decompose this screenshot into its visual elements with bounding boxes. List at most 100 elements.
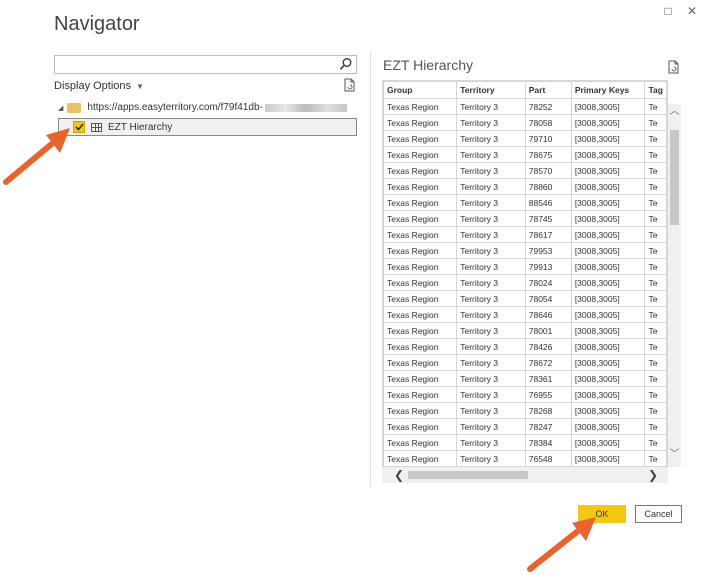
table-row[interactable]: Texas Region Territory 3 78672 [3008,3005] T… <box>383 354 667 371</box>
cell-primary-keys: [3008,3005] <box>570 130 646 147</box>
cell-tag: Te <box>644 418 667 435</box>
table-row[interactable]: Texas Region Territory 3 78570 [3008,3005] T… <box>383 162 667 179</box>
scroll-left-icon[interactable]: ❮ <box>394 468 404 482</box>
refresh-doc-icon[interactable] <box>668 60 680 74</box>
cell-group: Texas Region <box>383 386 458 403</box>
search-box[interactable] <box>54 55 357 75</box>
cell-part: 78617 <box>524 226 572 243</box>
cell-tag: Te <box>644 242 667 259</box>
table-row[interactable]: Texas Region Territory 3 78054 [3008,3005] T… <box>383 290 667 307</box>
cell-group: Texas Region <box>383 306 458 323</box>
column-header-tag[interactable]: Tag <box>644 81 667 99</box>
cell-group: Texas Region <box>383 162 458 179</box>
column-header-territory[interactable]: Territory <box>456 81 526 99</box>
maximize-icon[interactable]: □ <box>660 4 676 18</box>
cell-group: Texas Region <box>383 290 458 307</box>
table-row[interactable]: Texas Region Territory 3 78384 [3008,3005] T… <box>383 434 667 451</box>
table-row[interactable]: Texas Region Territory 3 78001 [3008,3005] T… <box>383 322 667 339</box>
tree-item-ezt-hierarchy[interactable]: EZT Hierarchy <box>58 118 357 136</box>
table-row[interactable]: Texas Region Territory 3 78675 [3008,3005] T… <box>383 146 667 163</box>
cell-group: Texas Region <box>383 370 458 387</box>
cell-primary-keys: [3008,3005] <box>570 274 646 291</box>
table-row[interactable]: Texas Region Territory 3 78268 [3008,3005] T… <box>383 402 667 419</box>
cell-territory: Territory 3 <box>456 386 526 403</box>
horizontal-scrollbar[interactable]: ❮ ❯ <box>382 467 668 483</box>
cell-part: 78646 <box>524 306 572 323</box>
cell-group: Texas Region <box>383 258 458 275</box>
vertical-scrollbar[interactable]: ︿ ﹀ <box>668 104 681 467</box>
cell-part: 78054 <box>524 290 572 307</box>
close-icon[interactable]: ✕ <box>684 4 700 18</box>
cell-territory: Territory 3 <box>456 322 526 339</box>
cell-part: 78361 <box>524 370 572 387</box>
scroll-up-icon[interactable]: ︿ <box>668 106 681 118</box>
cell-primary-keys: [3008,3005] <box>570 178 646 195</box>
table-row[interactable]: Texas Region Territory 3 78361 [3008,3005] T… <box>383 370 667 387</box>
cell-group: Texas Region <box>383 354 458 371</box>
cell-part: 78384 <box>524 434 572 451</box>
horizontal-scroll-thumb[interactable] <box>408 471 528 479</box>
cell-tag: Te <box>644 354 667 371</box>
table-row[interactable]: Texas Region Territory 3 76955 [3008,3005] T… <box>383 386 667 403</box>
table-row[interactable]: Texas Region Territory 3 78745 [3008,3005] T… <box>383 210 667 227</box>
column-header-primary-keys[interactable]: Primary Keys <box>570 81 646 99</box>
column-header-group[interactable]: Group <box>383 81 458 99</box>
cell-group: Texas Region <box>383 274 458 291</box>
display-options-dropdown[interactable]: Display Options ▼ <box>54 80 144 92</box>
vertical-scroll-thumb[interactable] <box>670 130 679 225</box>
table-row[interactable]: Texas Region Territory 3 78247 [3008,3005] T… <box>383 418 667 435</box>
cell-territory: Territory 3 <box>456 434 526 451</box>
table-row[interactable]: Texas Region Territory 3 78860 [3008,3005] T… <box>383 178 667 195</box>
scroll-down-icon[interactable]: ﹀ <box>668 449 681 461</box>
table-row[interactable]: Texas Region Territory 3 78426 [3008,3005] T… <box>383 338 667 355</box>
scroll-right-icon[interactable]: ❯ <box>648 468 658 482</box>
cell-part: 78024 <box>524 274 572 291</box>
tree-root-node[interactable]: ◢ https://apps.easyterritory.com/f79f41d… <box>58 102 347 113</box>
cell-part: 78672 <box>524 354 572 371</box>
cell-tag: Te <box>644 306 667 323</box>
cell-tag: Te <box>644 146 667 163</box>
cell-group: Texas Region <box>383 322 458 339</box>
cell-territory: Territory 3 <box>456 258 526 275</box>
cell-territory: Territory 3 <box>456 146 526 163</box>
annotation-arrow-ok <box>527 517 596 572</box>
table-row[interactable]: Texas Region Territory 3 79953 [3008,3005] T… <box>383 242 667 259</box>
cell-tag: Te <box>644 98 667 115</box>
folder-icon <box>67 102 82 113</box>
cell-primary-keys: [3008,3005] <box>570 322 646 339</box>
cancel-button[interactable]: Cancel <box>635 505 682 523</box>
cell-part: 78426 <box>524 338 572 355</box>
cell-part: 78745 <box>524 210 572 227</box>
cell-territory: Territory 3 <box>456 162 526 179</box>
cell-primary-keys: [3008,3005] <box>570 290 646 307</box>
cell-primary-keys: [3008,3005] <box>570 258 646 275</box>
cell-part: 78058 <box>524 114 572 131</box>
tree-expander-icon[interactable]: ◢ <box>58 104 63 112</box>
preview-table: Group Territory Part Primary Keys Tag Te… <box>383 81 667 466</box>
table-row[interactable]: Texas Region Territory 3 78252 [3008,3005] T… <box>383 98 667 115</box>
table-row[interactable]: Texas Region Territory 3 88546 [3008,3005] T… <box>383 194 667 211</box>
table-row[interactable]: Texas Region Territory 3 76548 [3008,3005] T… <box>383 450 667 466</box>
table-row[interactable]: Texas Region Territory 3 78617 [3008,3005] T… <box>383 226 667 243</box>
table-row[interactable]: Texas Region Territory 3 78024 [3008,3005] T… <box>383 274 667 291</box>
cell-part: 79953 <box>524 242 572 259</box>
pane-divider <box>370 52 371 487</box>
search-input[interactable] <box>58 57 342 75</box>
cell-tag: Te <box>644 386 667 403</box>
table-row[interactable]: Texas Region Territory 3 79913 [3008,3005] T… <box>383 258 667 275</box>
cell-part: 78570 <box>524 162 572 179</box>
cell-part: 78675 <box>524 146 572 163</box>
cell-part: 88546 <box>524 194 572 211</box>
column-header-part[interactable]: Part <box>524 81 572 99</box>
cell-tag: Te <box>644 338 667 355</box>
cell-group: Texas Region <box>383 178 458 195</box>
cell-primary-keys: [3008,3005] <box>570 386 646 403</box>
search-icon[interactable] <box>339 57 353 71</box>
cell-group: Texas Region <box>383 418 458 435</box>
table-row[interactable]: Texas Region Territory 3 79710 [3008,3005] T… <box>383 130 667 147</box>
table-row[interactable]: Texas Region Territory 3 78058 [3008,3005] T… <box>383 114 667 131</box>
cell-primary-keys: [3008,3005] <box>570 98 646 115</box>
refresh-doc-icon[interactable] <box>344 78 356 92</box>
cell-group: Texas Region <box>383 450 458 466</box>
table-row[interactable]: Texas Region Territory 3 78646 [3008,3005] T… <box>383 306 667 323</box>
